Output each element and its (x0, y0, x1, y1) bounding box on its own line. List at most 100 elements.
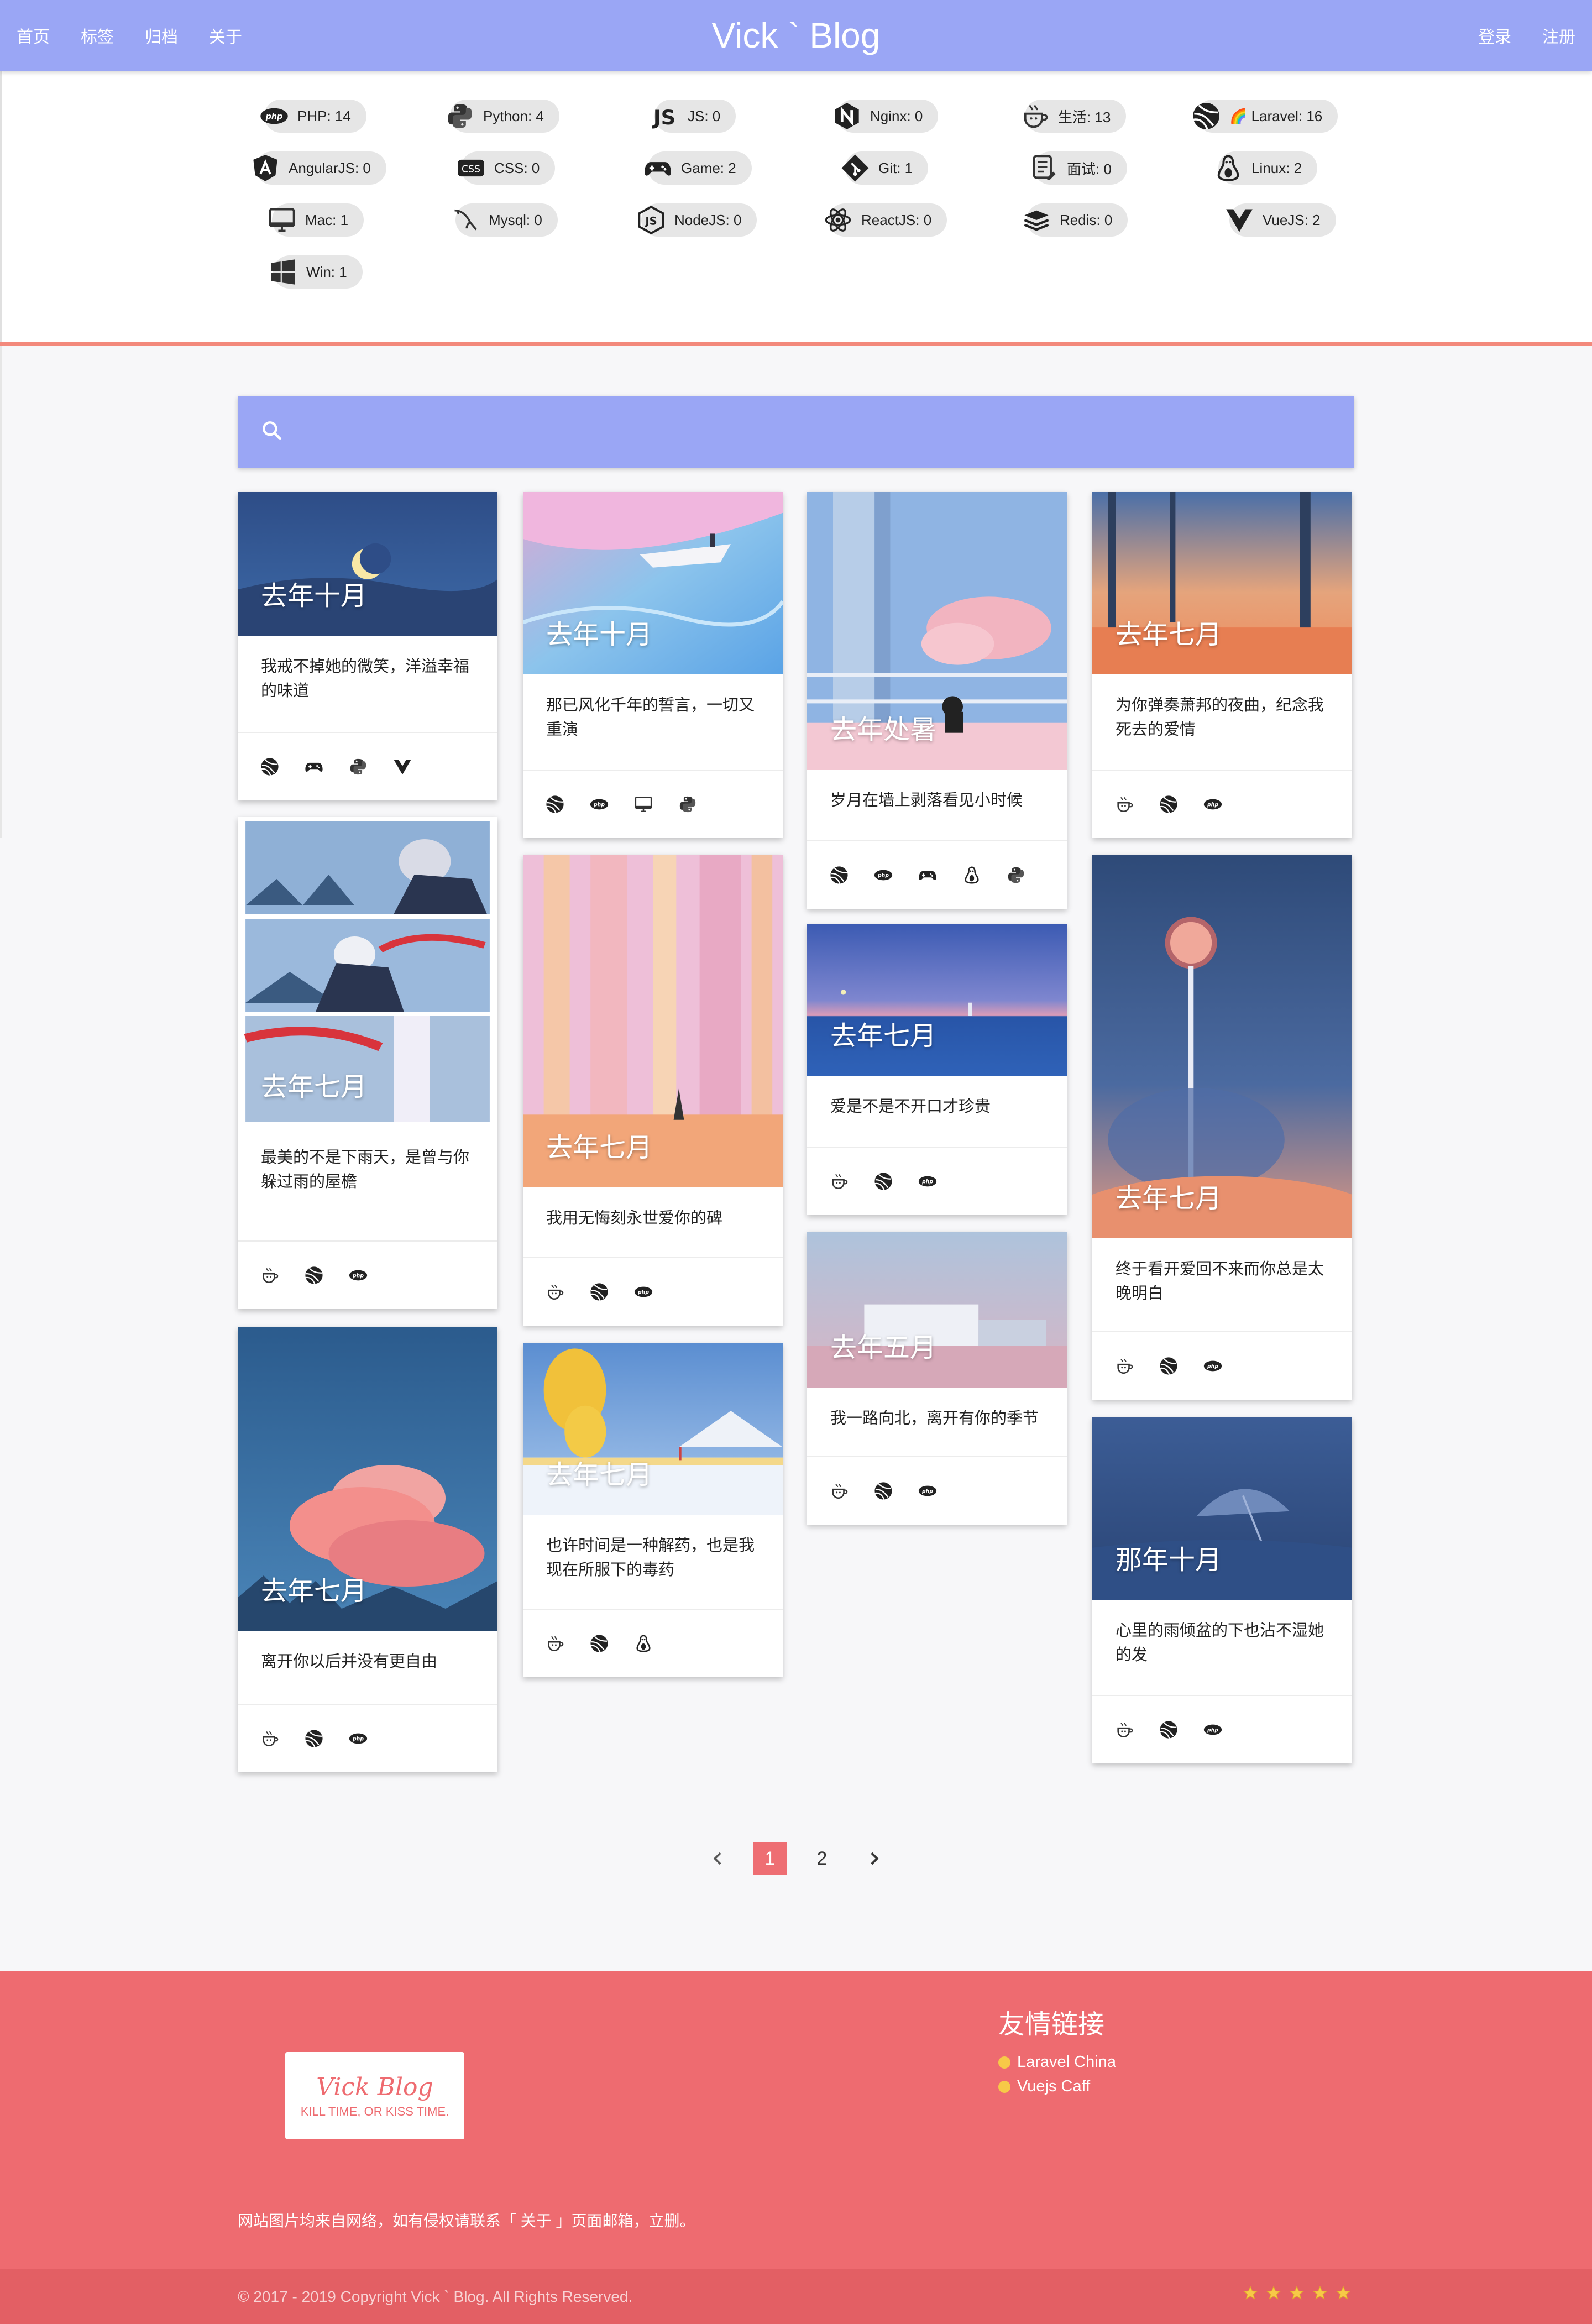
tag-chip-windows[interactable]: Win: 1 (271, 255, 363, 289)
linux-icon[interactable] (633, 1634, 653, 1653)
register-link[interactable]: 注册 (1542, 23, 1575, 48)
post-card[interactable]: 去年五月 我一路向北，离开有你的季节 php (807, 1232, 1067, 1525)
nav-home-link[interactable]: 首页 (17, 23, 50, 48)
coffee-cup-icon[interactable] (1114, 1356, 1134, 1376)
tag-chip-coffee-cup[interactable]: 生活: 13 (1024, 100, 1127, 133)
post-cover-image[interactable]: 去年七月 (1092, 492, 1352, 674)
nav-about-link[interactable]: 关于 (209, 23, 242, 48)
post-card[interactable]: 去年七月 离开你以后并没有更自由 php (238, 1327, 498, 1772)
post-title[interactable]: 爱是不是不开口才珍贵 (807, 1076, 1067, 1119)
post-title[interactable]: 那已风化千年的誓言，一切又重演 (523, 674, 783, 742)
nav-tags-link[interactable]: 标签 (81, 23, 114, 48)
php-icon[interactable]: php (633, 1282, 653, 1302)
tag-chip-gamepad[interactable]: Game: 2 (645, 151, 752, 185)
php-icon[interactable]: php (918, 1481, 938, 1501)
laravel-icon[interactable] (873, 1481, 893, 1501)
post-card[interactable]: 去年七月 为你弹奏萧邦的夜曲，纪念我死去的爱情 php (1092, 492, 1352, 838)
laravel-icon[interactable] (1159, 794, 1179, 814)
post-card[interactable]: 去年七月 也许时间是一种解药，也是我现在所服下的毒药 (523, 1343, 783, 1677)
php-icon[interactable]: php (873, 865, 893, 885)
nav-archive-link[interactable]: 归档 (145, 23, 178, 48)
coffee-cup-icon[interactable] (1114, 1720, 1134, 1740)
tag-chip-php[interactable]: php PHP: 14 (260, 100, 366, 133)
brand-title[interactable]: Vick ` Blog (712, 15, 881, 55)
post-cover-image[interactable]: 去年七月 (807, 924, 1067, 1076)
python-icon[interactable] (1006, 865, 1026, 885)
next-page-button[interactable] (857, 1842, 891, 1875)
post-card[interactable]: 去年七月 终于看开爱回不来而你总是太晚明白 php (1092, 855, 1352, 1400)
post-card[interactable]: 去年七月 我用无悔刻永世爱你的碑 php (523, 855, 783, 1326)
laravel-icon[interactable] (829, 865, 849, 885)
prev-page-button[interactable] (701, 1842, 735, 1875)
coffee-cup-icon[interactable] (260, 1729, 280, 1749)
coffee-cup-icon[interactable] (260, 1265, 280, 1285)
tag-chip-python[interactable]: Python: 4 (448, 100, 559, 133)
laravel-icon[interactable] (304, 1265, 324, 1285)
tag-chip-redis[interactable]: Redis: 0 (1024, 203, 1128, 237)
laravel-icon[interactable] (545, 794, 565, 814)
laravel-icon[interactable] (589, 1282, 609, 1302)
tag-chip-angular[interactable]: AngularJS: 0 (253, 151, 386, 185)
laravel-icon[interactable] (260, 757, 280, 777)
post-cover-image[interactable]: 去年七月 (523, 1343, 783, 1515)
post-title[interactable]: 岁月在墙上剥落看见小时候 (807, 770, 1067, 813)
php-icon[interactable]: php (1203, 794, 1223, 814)
php-icon[interactable]: php (348, 1729, 368, 1749)
post-card[interactable]: 去年十月 我戒不掉她的微笑，洋溢幸福的味道 (238, 492, 498, 800)
coffee-cup-icon[interactable] (829, 1171, 849, 1191)
laravel-icon[interactable] (873, 1171, 893, 1191)
laravel-icon[interactable] (1159, 1720, 1179, 1740)
post-title[interactable]: 心里的雨倾盆的下也沾不湿她的发 (1092, 1600, 1352, 1667)
tag-chip-imac[interactable]: Mac: 1 (269, 203, 364, 237)
tag-chip-vue[interactable]: VueJS: 2 (1226, 203, 1336, 237)
php-icon[interactable]: php (1203, 1356, 1223, 1376)
post-title[interactable]: 为你弹奏萧邦的夜曲，纪念我死去的爱情 (1092, 674, 1352, 742)
tag-chip-mysql[interactable]: Mysql: 0 (454, 203, 558, 237)
post-title[interactable]: 我戒不掉她的微笑，洋溢幸福的味道 (238, 636, 498, 703)
tag-chip-resume[interactable]: 面试: 0 (1033, 151, 1127, 185)
login-link[interactable]: 登录 (1478, 23, 1511, 48)
gamepad-icon[interactable] (918, 865, 938, 885)
post-cover-image[interactable]: 去年十月 (238, 492, 498, 636)
post-cover-image[interactable]: 去年七月 (238, 1327, 498, 1631)
php-icon[interactable]: php (1203, 1720, 1223, 1740)
laravel-icon[interactable] (304, 1729, 324, 1749)
gamepad-icon[interactable] (304, 757, 324, 777)
post-title[interactable]: 我用无悔刻永世爱你的碑 (523, 1187, 783, 1231)
page-2-button[interactable]: 2 (805, 1842, 839, 1875)
post-card[interactable]: 去年七月 爱是不是不开口才珍贵 php (807, 924, 1067, 1215)
tag-chip-js[interactable]: JS JS: 0 (652, 100, 736, 133)
post-cover-image[interactable]: 那年十月 (1092, 1417, 1352, 1600)
tag-chip-linux[interactable]: Linux: 2 (1217, 151, 1318, 185)
imac-icon[interactable] (633, 794, 653, 814)
coffee-cup-icon[interactable] (545, 1634, 565, 1653)
post-card[interactable]: 去年十月 那已风化千年的誓言，一切又重演 php (523, 492, 783, 838)
python-icon[interactable] (348, 757, 368, 777)
laravel-icon[interactable] (1159, 1356, 1179, 1376)
post-cover-image[interactable]: 去年七月 (1092, 855, 1352, 1238)
post-title[interactable]: 终于看开爱回不来而你总是太晚明白 (1092, 1238, 1352, 1306)
post-cover-image[interactable]: 去年五月 (807, 1232, 1067, 1388)
laravel-icon[interactable] (589, 1634, 609, 1653)
tag-chip-react[interactable]: ReactJS: 0 (825, 203, 947, 237)
tag-chip-nodejs[interactable]: JS NodeJS: 0 (638, 203, 757, 237)
post-cover-image[interactable]: 去年七月 (523, 855, 783, 1187)
coffee-cup-icon[interactable] (1114, 794, 1134, 814)
tag-chip-nginx[interactable]: Nginx: 0 (835, 100, 939, 133)
search-input[interactable] (301, 410, 1296, 454)
friend-link-vuejs-caff[interactable]: Vuejs Caff (998, 2077, 1090, 2096)
post-card[interactable]: 去年七月 最美的不是下雨天，是曾与你躲过雨的屋檐 php (238, 817, 498, 1309)
friend-link-laravel-china[interactable]: Laravel China (998, 2053, 1116, 2071)
post-cover-image[interactable]: 去年十月 (523, 492, 783, 674)
post-card[interactable]: 那年十月 心里的雨倾盆的下也沾不湿她的发 php (1092, 1417, 1352, 1763)
post-title[interactable]: 也许时间是一种解药，也是我现在所服下的毒药 (523, 1515, 783, 1582)
php-icon[interactable]: php (348, 1265, 368, 1285)
python-icon[interactable] (678, 794, 698, 814)
page-1-button[interactable]: 1 (753, 1842, 787, 1875)
tag-chip-css[interactable]: CSS CSS: 0 (458, 151, 556, 185)
post-card[interactable]: 去年处暑 岁月在墙上剥落看见小时候 php (807, 492, 1067, 909)
coffee-cup-icon[interactable] (545, 1282, 565, 1302)
post-title[interactable]: 最美的不是下雨天，是曾与你躲过雨的屋檐 (238, 1127, 498, 1194)
vue-icon[interactable] (392, 757, 412, 777)
tag-chip-git[interactable]: Git: 1 (841, 151, 929, 185)
